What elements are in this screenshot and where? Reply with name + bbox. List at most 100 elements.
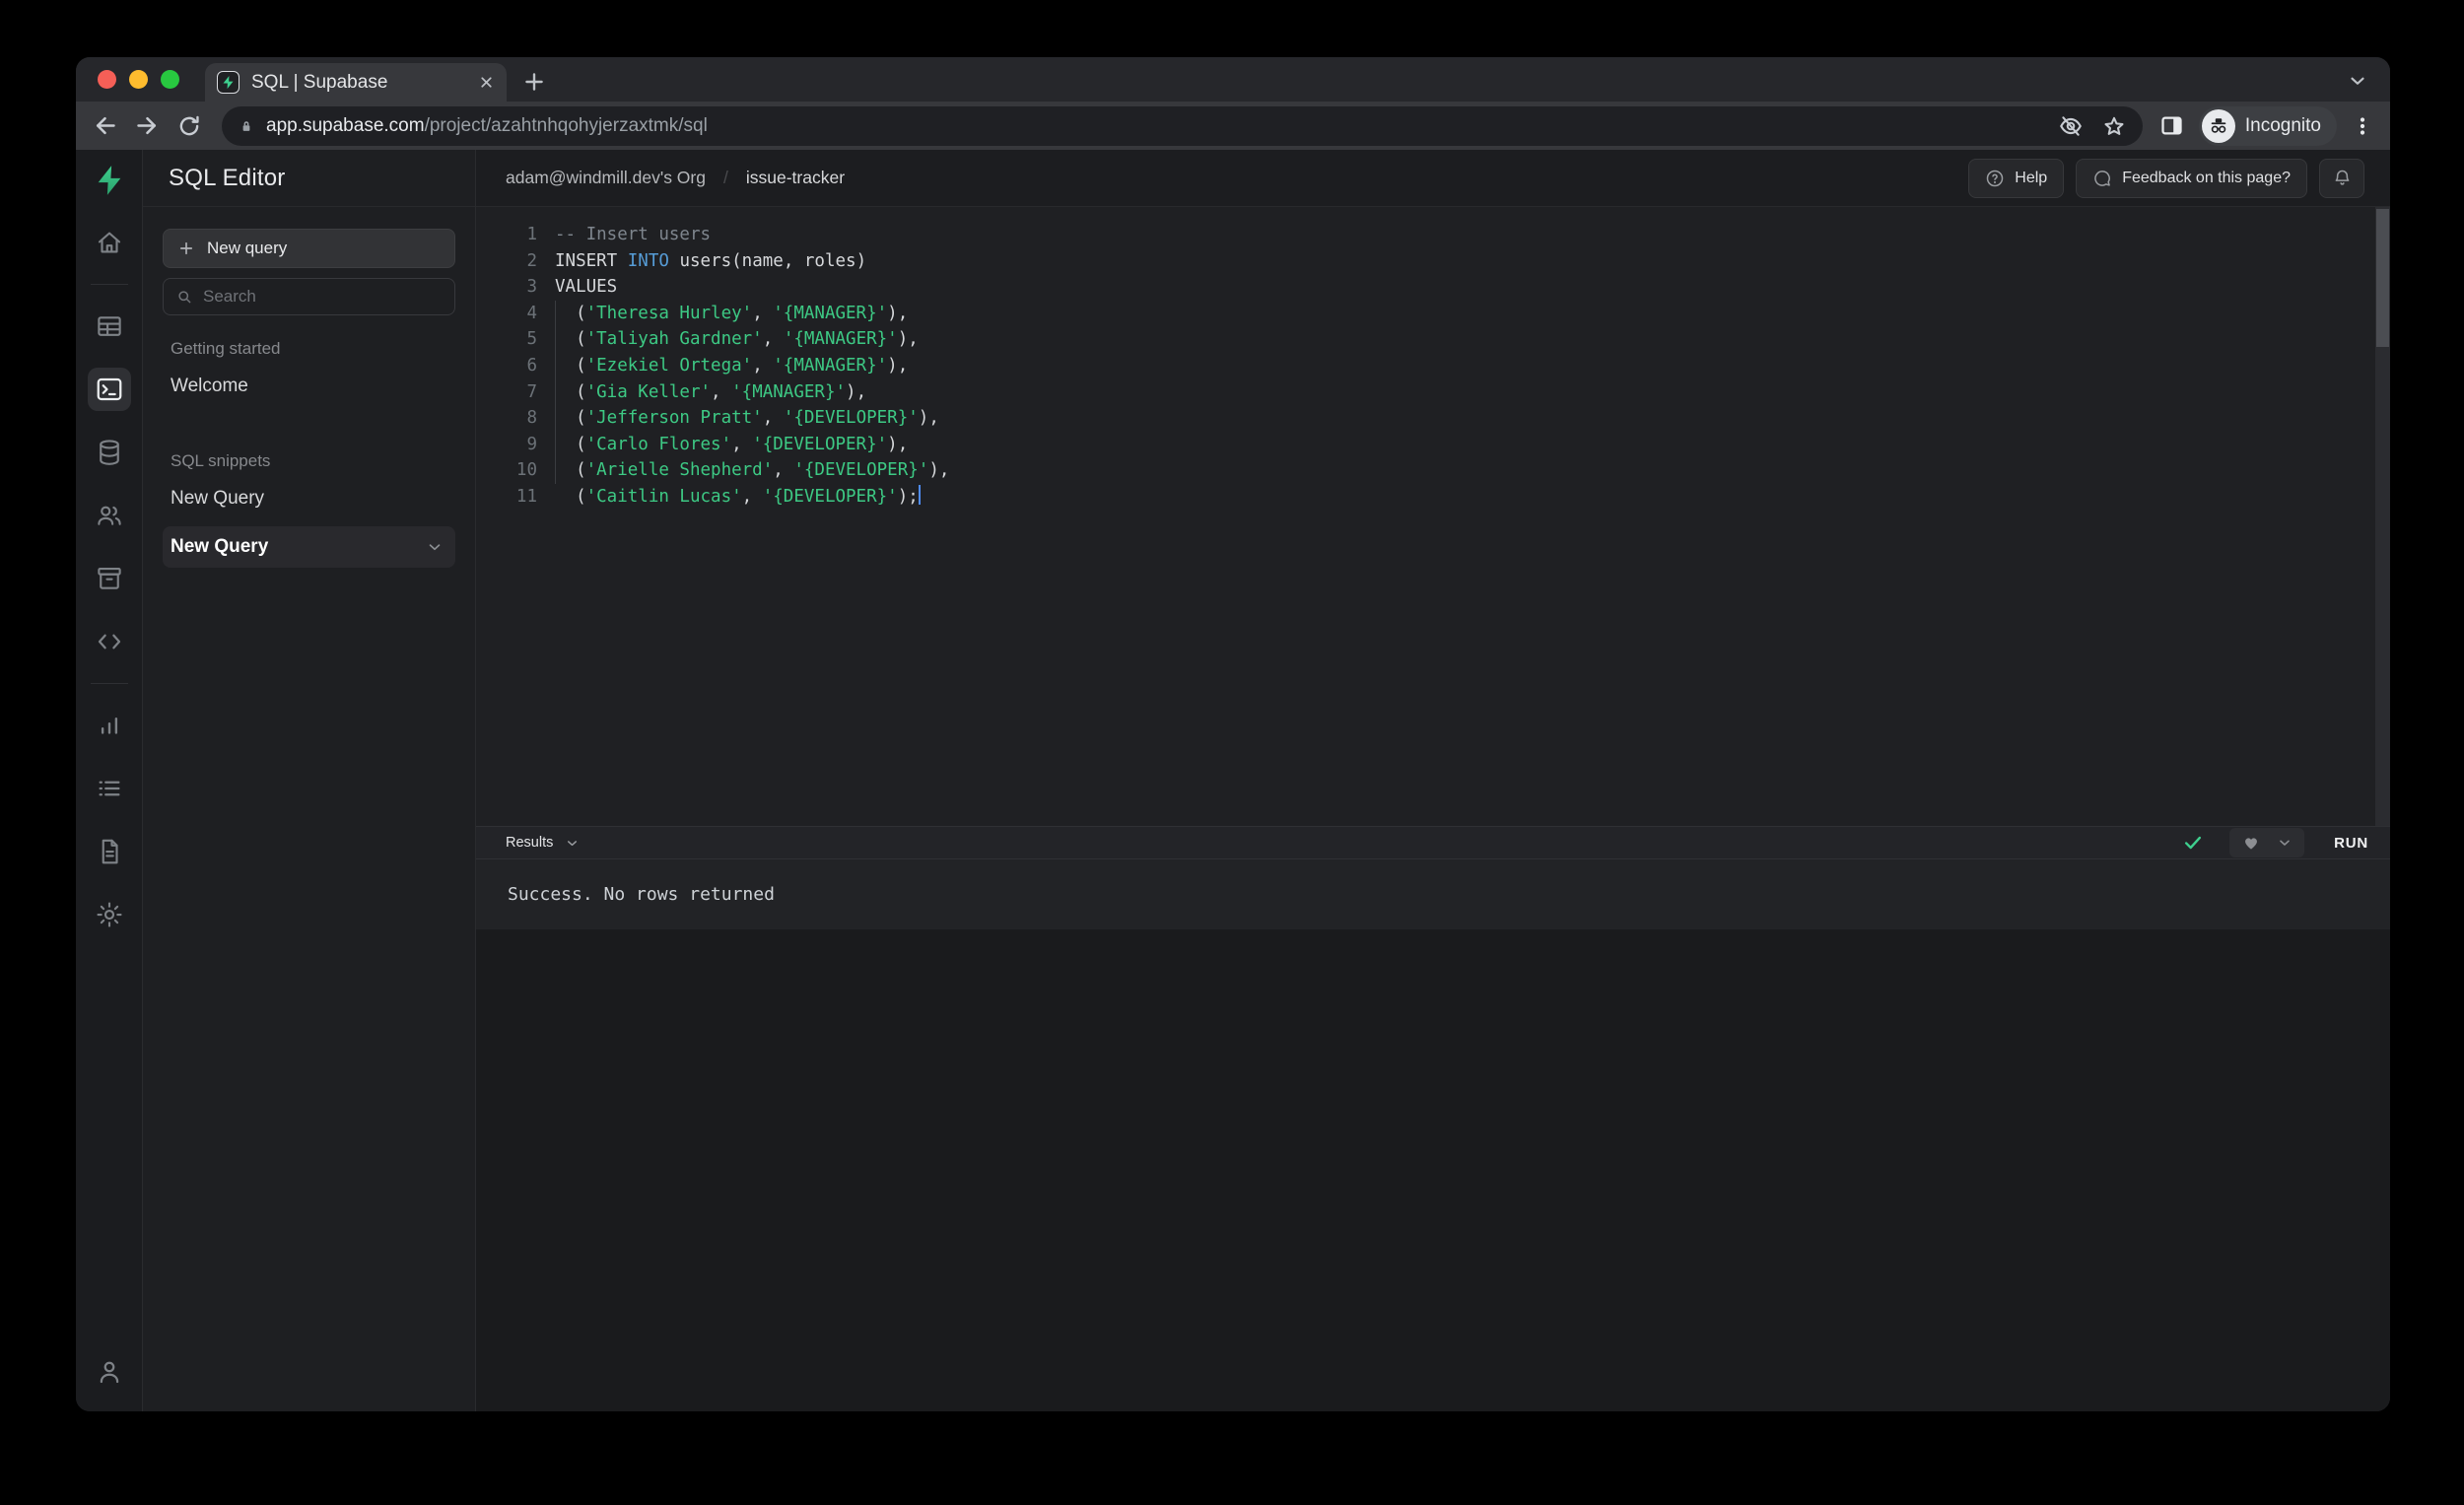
minimize-window-button[interactable] xyxy=(129,70,148,89)
query-status-row: Success. No rows returned xyxy=(476,859,2390,929)
rail-account-button[interactable] xyxy=(88,1350,131,1394)
code-line[interactable]: 9 ('Carlo Flores', '{DEVELOPER}'), xyxy=(476,431,2390,458)
eye-slash-icon[interactable] xyxy=(2058,113,2084,139)
rail-authentication-button[interactable] xyxy=(88,494,131,537)
authentication-users-icon xyxy=(97,506,121,525)
main-content: adam@windmill.dev's Org / issue-tracker … xyxy=(476,150,2390,1411)
rail-sql-editor-button[interactable] xyxy=(87,368,131,411)
sql-editor-icon xyxy=(97,377,121,401)
rail-logs-button[interactable] xyxy=(88,767,131,810)
tab-search-chevron-icon[interactable] xyxy=(2347,70,2368,92)
rail-docs-button[interactable] xyxy=(88,830,131,873)
rail-divider xyxy=(90,284,128,285)
sidebar-item-new-query[interactable]: New Query xyxy=(163,479,455,518)
breadcrumb-project[interactable]: issue-tracker xyxy=(746,168,845,188)
favorite-button-group[interactable] xyxy=(2229,828,2305,857)
supabase-app: SQL Editor New query Getting started Wel… xyxy=(76,150,2390,1411)
sidebar-item-new-query-active[interactable]: New Query xyxy=(163,526,455,568)
breadcrumb-org[interactable]: adam@windmill.dev's Org xyxy=(506,168,706,188)
empty-region xyxy=(476,929,2390,1411)
snippets-panel: SQL Editor New query Getting started Wel… xyxy=(143,150,476,1411)
sidebar-item-label: New Query xyxy=(171,536,269,557)
section-label-sql-snippets: SQL snippets xyxy=(171,451,271,470)
feedback-bubble-icon xyxy=(2092,169,2112,188)
rail-storage-button[interactable] xyxy=(88,557,131,600)
settings-gear-icon xyxy=(96,902,122,927)
code-line[interactable]: 5 ('Taliyah Gardner', '{MANAGER}'), xyxy=(476,326,2390,353)
results-dropdown-label[interactable]: Results xyxy=(506,835,553,851)
search-box[interactable] xyxy=(163,278,455,315)
results-chevron-icon[interactable] xyxy=(565,836,580,851)
search-input[interactable] xyxy=(203,287,443,307)
browser-tab[interactable]: SQL | Supabase xyxy=(205,63,507,102)
tab-title: SQL | Supabase xyxy=(251,71,388,93)
rail-home-button[interactable] xyxy=(88,221,131,264)
line-number: 6 xyxy=(526,355,537,376)
success-check-icon xyxy=(2182,832,2204,854)
code-line[interactable]: 7 ('Gia Keller', '{MANAGER}'), xyxy=(476,378,2390,406)
scrollbar-thumb[interactable] xyxy=(2376,209,2389,347)
bookmark-star-icon[interactable] xyxy=(2101,113,2127,139)
search-icon xyxy=(175,288,193,306)
feedback-button-label: Feedback on this page? xyxy=(2122,169,2291,186)
section-label-getting-started: Getting started xyxy=(171,339,281,358)
code-text: VALUES xyxy=(555,277,618,298)
lock-icon xyxy=(238,117,255,135)
forward-button[interactable] xyxy=(134,112,161,139)
code-text: -- Insert users xyxy=(555,225,712,244)
line-number: 5 xyxy=(526,329,537,350)
storage-icon xyxy=(97,567,121,589)
new-query-button[interactable]: New query xyxy=(163,229,455,268)
rail-database-button[interactable] xyxy=(88,431,131,474)
close-window-button[interactable] xyxy=(98,70,116,89)
browser-titlebar: SQL | Supabase xyxy=(76,57,2390,102)
side-panel-icon[interactable] xyxy=(2158,112,2185,139)
chevron-down-icon[interactable] xyxy=(426,538,444,556)
code-line[interactable]: 4 ('Theresa Hurley', '{MANAGER}'), xyxy=(476,300,2390,327)
code-line[interactable]: 3 VALUES xyxy=(476,274,2390,301)
url-bar[interactable]: app.supabase.com/project/azahtnhqohyjerz… xyxy=(222,105,2143,146)
rail-edge-functions-button[interactable] xyxy=(88,620,131,663)
editor-scrollbar[interactable] xyxy=(2375,207,2390,826)
feedback-button[interactable]: Feedback on this page? xyxy=(2076,158,2307,198)
line-number: 7 xyxy=(526,381,537,402)
bell-icon xyxy=(2332,168,2353,188)
help-button[interactable]: Help xyxy=(1968,158,2065,198)
code-line[interactable]: 8 ('Jefferson Pratt', '{DEVELOPER}'), xyxy=(476,405,2390,432)
incognito-label: Incognito xyxy=(2244,114,2321,136)
status-message: Success. No rows returned xyxy=(508,884,775,905)
code-line[interactable]: 1 -- Insert users xyxy=(476,222,2390,248)
code-line[interactable]: 6 ('Ezekiel Ortega', '{MANAGER}'), xyxy=(476,352,2390,379)
heart-icon[interactable] xyxy=(2241,833,2261,853)
code-line[interactable]: 2 INSERT INTO users(name, roles) xyxy=(476,248,2390,275)
url-domain: app.supabase.com xyxy=(266,114,425,136)
favorite-chevron-icon[interactable] xyxy=(2277,835,2293,851)
reload-button[interactable] xyxy=(176,113,202,139)
notifications-button[interactable] xyxy=(2319,158,2364,198)
supabase-logo-icon[interactable] xyxy=(93,164,126,197)
sidebar-rail xyxy=(76,150,143,1411)
back-button[interactable] xyxy=(92,112,118,139)
code-text: ('Arielle Shepherd', '{DEVELOPER}'), xyxy=(555,457,949,484)
sql-code-editor[interactable]: 1 -- Insert users 2 INSERT INTO users(name,… xyxy=(476,207,2390,826)
panel-header: SQL Editor xyxy=(143,150,475,207)
run-button[interactable]: RUN xyxy=(2334,835,2368,852)
breadcrumb-separator: / xyxy=(722,168,728,187)
zoom-window-button[interactable] xyxy=(161,70,179,89)
help-button-label: Help xyxy=(2015,169,2048,186)
rail-settings-button[interactable] xyxy=(88,893,131,936)
sidebar-item-welcome[interactable]: Welcome xyxy=(163,367,455,406)
tab-close-icon[interactable] xyxy=(478,74,495,91)
line-number: 11 xyxy=(515,486,537,507)
code-line[interactable]: 11 ('Caitlin Lucas', '{DEVELOPER}'); xyxy=(476,484,2390,511)
browser-menu-icon[interactable] xyxy=(2351,114,2374,138)
line-number: 3 xyxy=(526,277,537,298)
browser-window: SQL | Supabase app.supabase.com/project/… xyxy=(76,57,2390,1411)
code-line[interactable]: 10 ('Arielle Shepherd', '{DEVELOPER}'), xyxy=(476,457,2390,484)
incognito-badge[interactable]: Incognito xyxy=(2198,105,2337,146)
code-text: ('Theresa Hurley', '{MANAGER}'), xyxy=(555,300,908,327)
rail-table-editor-button[interactable] xyxy=(88,305,131,348)
new-tab-button[interactable] xyxy=(521,69,547,95)
database-icon xyxy=(99,440,119,465)
rail-reports-button[interactable] xyxy=(88,704,131,747)
